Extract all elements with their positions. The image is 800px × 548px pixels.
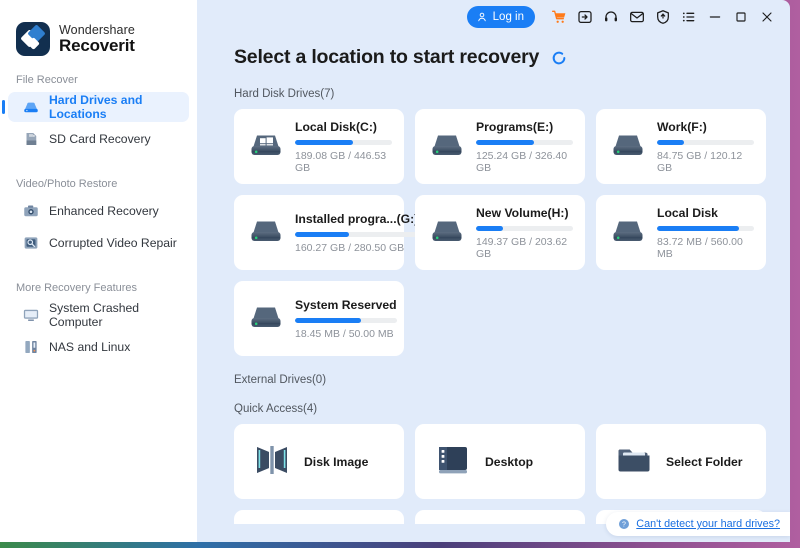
- sidebar: Wondershare Recoverit File Recover Hard …: [0, 0, 197, 542]
- drive-usage-bar: [476, 139, 573, 145]
- hard-disk-drives-grid: Local Disk(C:) 189.08 GB / 446.53 GB Pro…: [197, 109, 790, 356]
- mail-icon[interactable]: [624, 4, 650, 30]
- sidebar-item-label: NAS and Linux: [49, 340, 131, 354]
- close-icon[interactable]: [754, 4, 780, 30]
- headset-support-icon[interactable]: [598, 4, 624, 30]
- sidebar-item-label: System Crashed Computer: [49, 301, 140, 329]
- question-mark-icon: ?: [619, 519, 630, 529]
- quick-access-card[interactable]: Disk Image: [234, 424, 404, 499]
- drive-icon: [610, 216, 646, 249]
- drive-usage-bar: [295, 231, 419, 237]
- menu-list-icon[interactable]: [676, 4, 702, 30]
- drive-icon: [248, 302, 284, 335]
- video-repair-icon: [24, 237, 38, 249]
- disk-image-icon: [254, 443, 290, 480]
- brand-name-line1: Wondershare: [59, 22, 135, 37]
- activate-icon[interactable]: [572, 4, 598, 30]
- sidebar-item-corrupted-video-repair[interactable]: Corrupted Video Repair: [8, 228, 189, 258]
- minimize-icon[interactable]: [702, 4, 728, 30]
- drive-card[interactable]: System Reserved 18.45 MB / 50.00 MB: [234, 281, 404, 356]
- page-title-row: Select a location to start recovery: [197, 34, 790, 69]
- drive-usage-bar: [657, 139, 754, 145]
- page-title: Select a location to start recovery: [234, 46, 540, 68]
- drive-usage-bar: [657, 225, 754, 231]
- drive-card[interactable]: Installed progra...(G:) 160.27 GB / 280.…: [234, 195, 419, 270]
- quick-access-card[interactable]: Select Folder: [596, 424, 766, 499]
- drive-name: Programs(E:): [476, 119, 554, 134]
- refresh-icon[interactable]: [551, 50, 567, 66]
- update-shield-icon[interactable]: [650, 4, 676, 30]
- drive-capacity: 18.45 MB / 50.00 MB: [295, 327, 394, 340]
- quick-access-grid: Disk Image Desktop Select Folder: [197, 424, 790, 499]
- cart-icon[interactable]: [546, 4, 572, 30]
- sidebar-item-hard-drives-and-locations[interactable]: Hard Drives and Locations: [2, 92, 189, 122]
- maximize-icon[interactable]: [728, 4, 754, 30]
- nas-server-icon: [25, 341, 37, 353]
- quick-access-card-partial[interactable]: [234, 510, 404, 524]
- quick-access-label-text: Select Folder: [666, 454, 743, 469]
- drive-card[interactable]: New Volume(H:) 149.37 GB / 203.62 GB: [415, 195, 585, 270]
- camera-icon: [24, 205, 38, 217]
- login-button-label: Log in: [492, 11, 524, 23]
- drive-usage-bar: [476, 225, 573, 231]
- drive-name: System Reserved: [295, 297, 397, 312]
- drive-card[interactable]: Programs(E:) 125.24 GB / 326.40 GB: [415, 109, 585, 184]
- quick-access-label-text: Desktop: [485, 454, 534, 469]
- wondershare-logo-icon: [16, 22, 50, 56]
- external-drives-label: External Drives(0): [234, 374, 327, 386]
- hard-disk-drives-label: Hard Disk Drives(7): [234, 88, 335, 100]
- folder-icon: [616, 443, 652, 480]
- sidebar-item-label: Enhanced Recovery: [49, 204, 159, 218]
- cant-detect-hard-drives-link[interactable]: Can't detect your hard drives?: [636, 518, 780, 530]
- drive-card[interactable]: Local Disk 83.72 MB / 560.00 MB: [596, 195, 766, 270]
- drive-icon: [610, 130, 646, 163]
- drive-name: New Volume(H:): [476, 205, 569, 220]
- drive-capacity: 189.08 GB / 446.53 GB: [295, 149, 387, 174]
- drive-usage-bar: [295, 317, 397, 323]
- drive-icon: [248, 216, 284, 249]
- drive-name: Local Disk(C:): [295, 119, 377, 134]
- drive-capacity: 149.37 GB / 203.62 GB: [476, 235, 568, 260]
- brand-name-line2: Recoverit: [59, 35, 135, 55]
- titlebar: Log in: [197, 0, 790, 34]
- quick-access-card-partial[interactable]: [415, 510, 585, 524]
- sidebar-item-nas-and-linux[interactable]: NAS and Linux: [8, 332, 189, 362]
- sidebar-item-label: SD Card Recovery: [49, 132, 151, 146]
- quick-access-label-text: Disk Image: [304, 454, 369, 469]
- quick-access-card[interactable]: Desktop: [415, 424, 585, 499]
- sd-card-icon: [26, 133, 37, 145]
- drive-name: Installed progra...(G:): [295, 211, 419, 226]
- help-detect-drives-pill: ? Can't detect your hard drives?: [606, 512, 790, 536]
- drive-card[interactable]: Local Disk(C:) 189.08 GB / 446.53 GB: [234, 109, 404, 184]
- sidebar-section-more-recovery-features: More Recovery Features: [16, 282, 138, 294]
- sidebar-item-label: Corrupted Video Repair: [49, 236, 177, 250]
- drive-name: Work(F:): [657, 119, 707, 134]
- drive-capacity: 84.75 GB / 120.12 GB: [657, 149, 743, 174]
- drive-capacity: 125.24 GB / 326.40 GB: [476, 149, 568, 174]
- drive-icon: [429, 216, 465, 249]
- login-button[interactable]: Log in: [466, 6, 535, 28]
- drive-card[interactable]: Work(F:) 84.75 GB / 120.12 GB: [596, 109, 766, 184]
- sidebar-item-enhanced-recovery[interactable]: Enhanced Recovery: [8, 196, 189, 226]
- sidebar-section-video-photo-restore: Video/Photo Restore: [16, 178, 118, 190]
- drive-name: Local Disk: [657, 205, 718, 220]
- drive-capacity: 160.27 GB / 280.50 GB: [295, 241, 405, 254]
- app-window: Wondershare Recoverit File Recover Hard …: [0, 0, 790, 542]
- windows-drive-icon: [248, 130, 284, 163]
- quick-access-label: Quick Access(4): [234, 403, 318, 415]
- sidebar-section-file-recover: File Recover: [16, 74, 78, 86]
- brand-logo-block: Wondershare Recoverit: [0, 0, 197, 56]
- sidebar-item-label: Hard Drives and Locations: [49, 93, 143, 121]
- svg-text:?: ?: [622, 522, 626, 529]
- main-content: Select a location to start recovery Hard…: [197, 34, 790, 542]
- drive-capacity: 83.72 MB / 560.00 MB: [657, 235, 743, 260]
- drive-usage-bar: [295, 139, 392, 145]
- sidebar-item-system-crashed-computer[interactable]: System Crashed Computer: [8, 300, 189, 330]
- drive-icon: [429, 130, 465, 163]
- monitor-icon: [23, 309, 39, 321]
- sidebar-item-sd-card-recovery[interactable]: SD Card Recovery: [8, 124, 189, 154]
- desktop-icon: [435, 443, 471, 480]
- hard-drive-icon: [24, 102, 38, 113]
- user-icon: [477, 12, 486, 22]
